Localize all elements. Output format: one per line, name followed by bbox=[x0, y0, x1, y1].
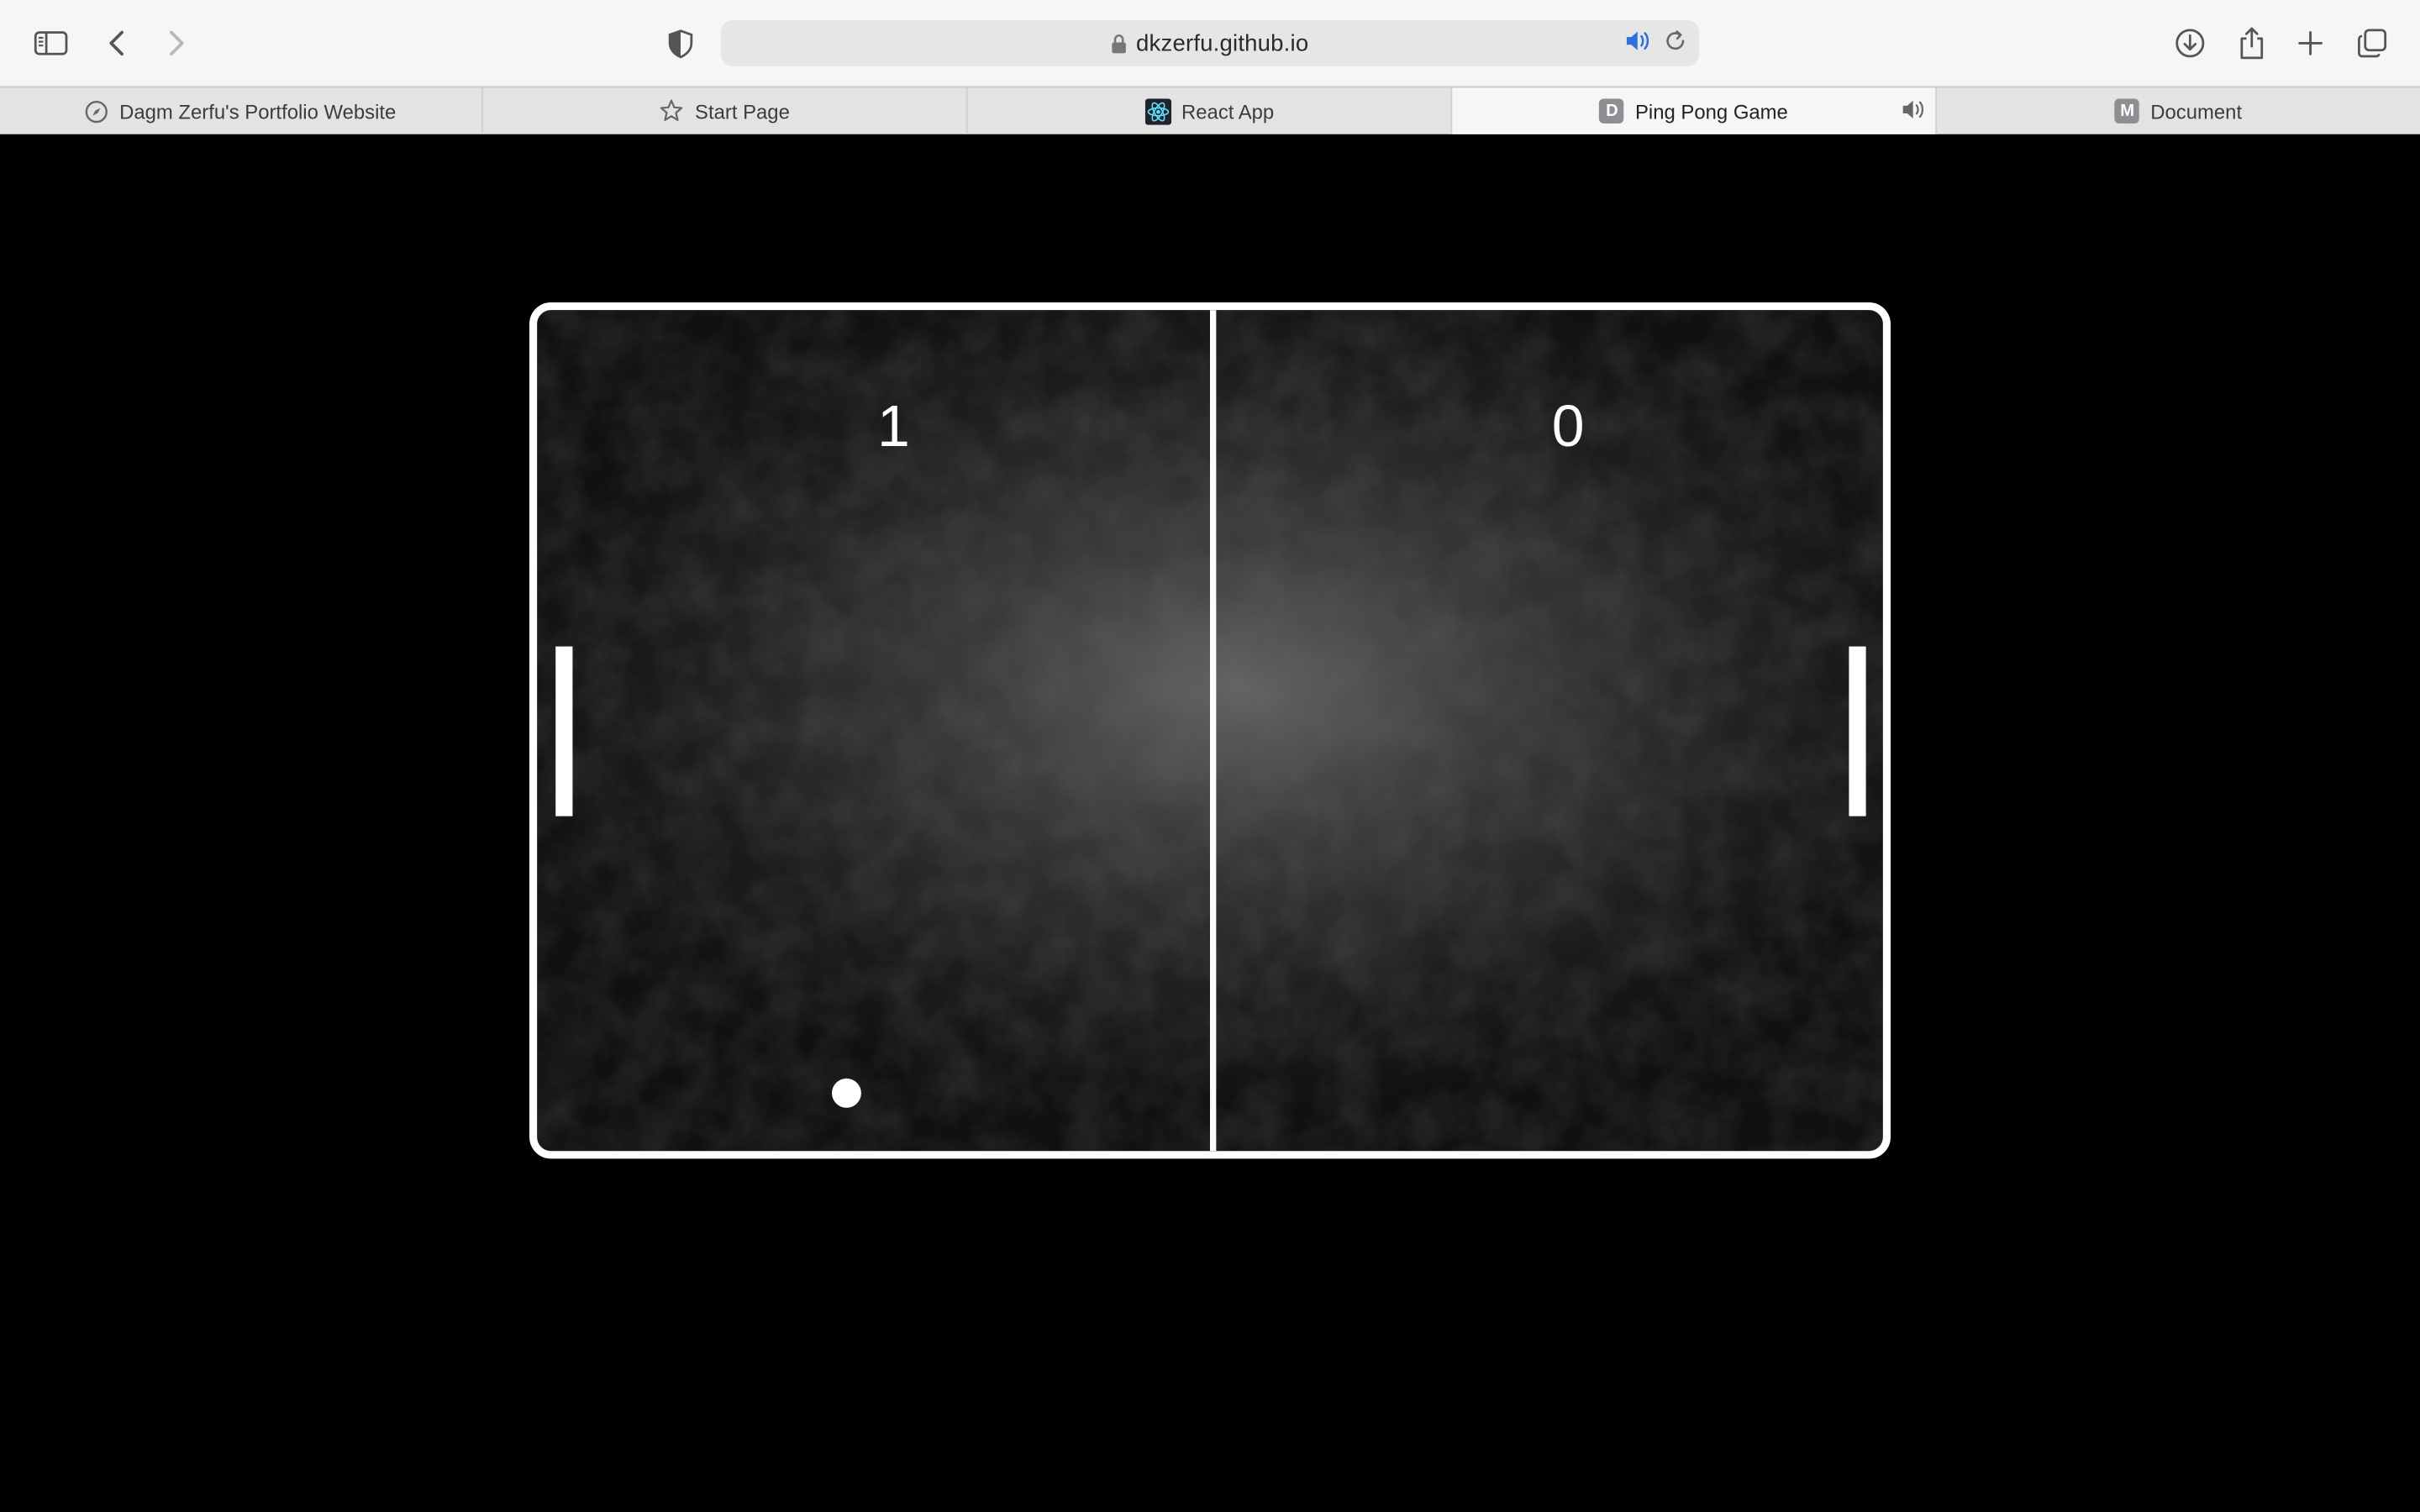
chevron-left-icon bbox=[109, 30, 124, 56]
tab-label: Dagm Zerfu's Portfolio Website bbox=[119, 99, 397, 123]
tab-overview-icon bbox=[2358, 29, 2387, 58]
compass-icon bbox=[86, 100, 108, 123]
shield-icon bbox=[668, 29, 693, 58]
address-bar[interactable]: dkzerfu.github.io bbox=[720, 19, 1700, 66]
tab-audio-button[interactable] bbox=[1902, 99, 1926, 125]
lock-icon bbox=[1112, 34, 1127, 53]
react-icon bbox=[1144, 97, 1171, 124]
tab-ping-pong-game[interactable]: D Ping Pong Game bbox=[1452, 87, 1938, 134]
plus-icon bbox=[2298, 31, 2323, 55]
url-text: dkzerfu.github.io bbox=[1136, 29, 1309, 57]
center-net bbox=[1210, 310, 1217, 1152]
share-icon bbox=[2240, 27, 2264, 60]
speaker-icon bbox=[1626, 31, 1649, 50]
chevron-right-icon bbox=[170, 30, 184, 56]
game-board[interactable]: 1 0 bbox=[529, 302, 1891, 1159]
right-paddle[interactable] bbox=[1849, 646, 1866, 816]
left-score: 1 bbox=[877, 395, 910, 460]
speaker-icon bbox=[1902, 100, 1924, 119]
tab-favicon-letter: M bbox=[2115, 98, 2140, 123]
ball bbox=[832, 1078, 861, 1108]
privacy-report-button[interactable] bbox=[656, 18, 706, 68]
downloads-button[interactable] bbox=[2165, 18, 2215, 68]
tab-document[interactable]: M Document bbox=[1937, 88, 2420, 134]
tab-bar: Dagm Zerfu's Portfolio Website Start Pag… bbox=[0, 86, 2420, 134]
tab-label: Document bbox=[2150, 99, 2243, 123]
browser-toolbar: dkzerfu.github.io bbox=[0, 0, 2420, 87]
new-tab-button[interactable] bbox=[2286, 18, 2335, 68]
download-icon bbox=[2175, 29, 2205, 58]
star-icon bbox=[660, 99, 683, 122]
back-button[interactable] bbox=[92, 18, 142, 68]
forward-button[interactable] bbox=[151, 18, 201, 68]
tab-start-page[interactable]: Start Page bbox=[483, 87, 968, 134]
tab-overview-button[interactable] bbox=[2348, 18, 2397, 68]
reload-icon bbox=[1666, 30, 1685, 50]
sidebar-toggle-button[interactable] bbox=[26, 18, 76, 68]
share-button[interactable] bbox=[2227, 18, 2276, 68]
sidebar-icon bbox=[34, 31, 68, 55]
right-score: 0 bbox=[1551, 395, 1585, 460]
tab-label: Start Page bbox=[695, 99, 790, 123]
browser-window: dkzerfu.github.io Dagm Zerfu's Portfolio… bbox=[0, 0, 2420, 1512]
tab-label: React App bbox=[1181, 99, 1275, 123]
mute-tab-button[interactable] bbox=[1625, 29, 1651, 60]
tab-label: Ping Pong Game bbox=[1634, 99, 1788, 123]
tab-portfolio[interactable]: Dagm Zerfu's Portfolio Website bbox=[0, 87, 483, 134]
tab-favicon-letter: D bbox=[1599, 98, 1625, 123]
tab-react-app[interactable]: React App bbox=[968, 87, 1453, 134]
reload-button[interactable] bbox=[1664, 29, 1687, 60]
left-paddle[interactable] bbox=[555, 646, 573, 816]
